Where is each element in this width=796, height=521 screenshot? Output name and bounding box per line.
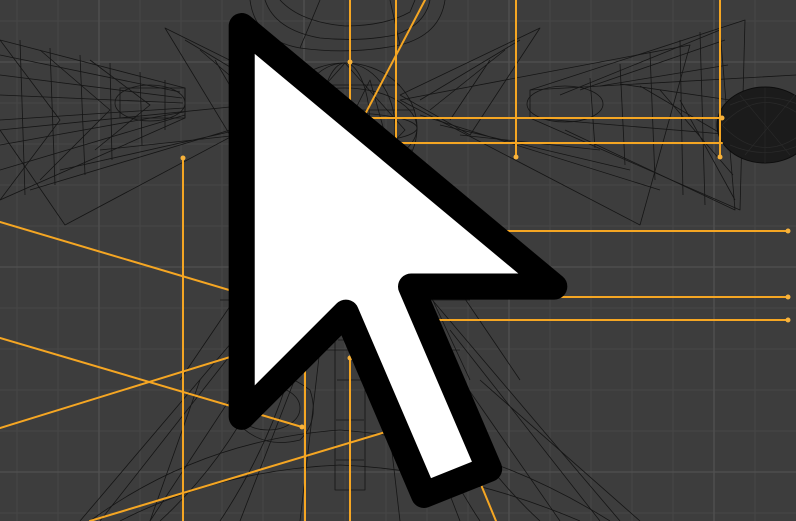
joint[interactable] (347, 59, 353, 65)
joint[interactable] (717, 154, 723, 160)
dense-mesh-hand (716, 86, 796, 164)
3d-viewport[interactable] (0, 0, 796, 521)
bone-torso-diagonal[interactable] (339, 142, 497, 521)
joint[interactable] (785, 317, 791, 323)
joint[interactable] (302, 155, 308, 161)
bone-leg-l-diag3[interactable] (0, 319, 351, 429)
armature[interactable] (0, 0, 789, 521)
joint[interactable] (513, 154, 519, 160)
joint[interactable] (180, 155, 186, 161)
joint[interactable] (719, 115, 725, 121)
joint[interactable] (785, 228, 791, 234)
joint[interactable] (299, 424, 305, 430)
joint[interactable] (393, 154, 399, 160)
joint[interactable] (347, 317, 353, 323)
joint[interactable] (347, 101, 353, 107)
wireframe-mesh (0, 0, 796, 521)
joint[interactable] (347, 355, 353, 361)
grid-major (0, 0, 796, 521)
grid-minor (0, 0, 796, 521)
joint[interactable] (785, 294, 791, 300)
joint[interactable] (347, 140, 353, 146)
joint[interactable] (347, 294, 353, 300)
joint[interactable] (399, 424, 405, 430)
viewport-canvas[interactable] (0, 0, 796, 521)
joint[interactable] (327, 317, 333, 323)
